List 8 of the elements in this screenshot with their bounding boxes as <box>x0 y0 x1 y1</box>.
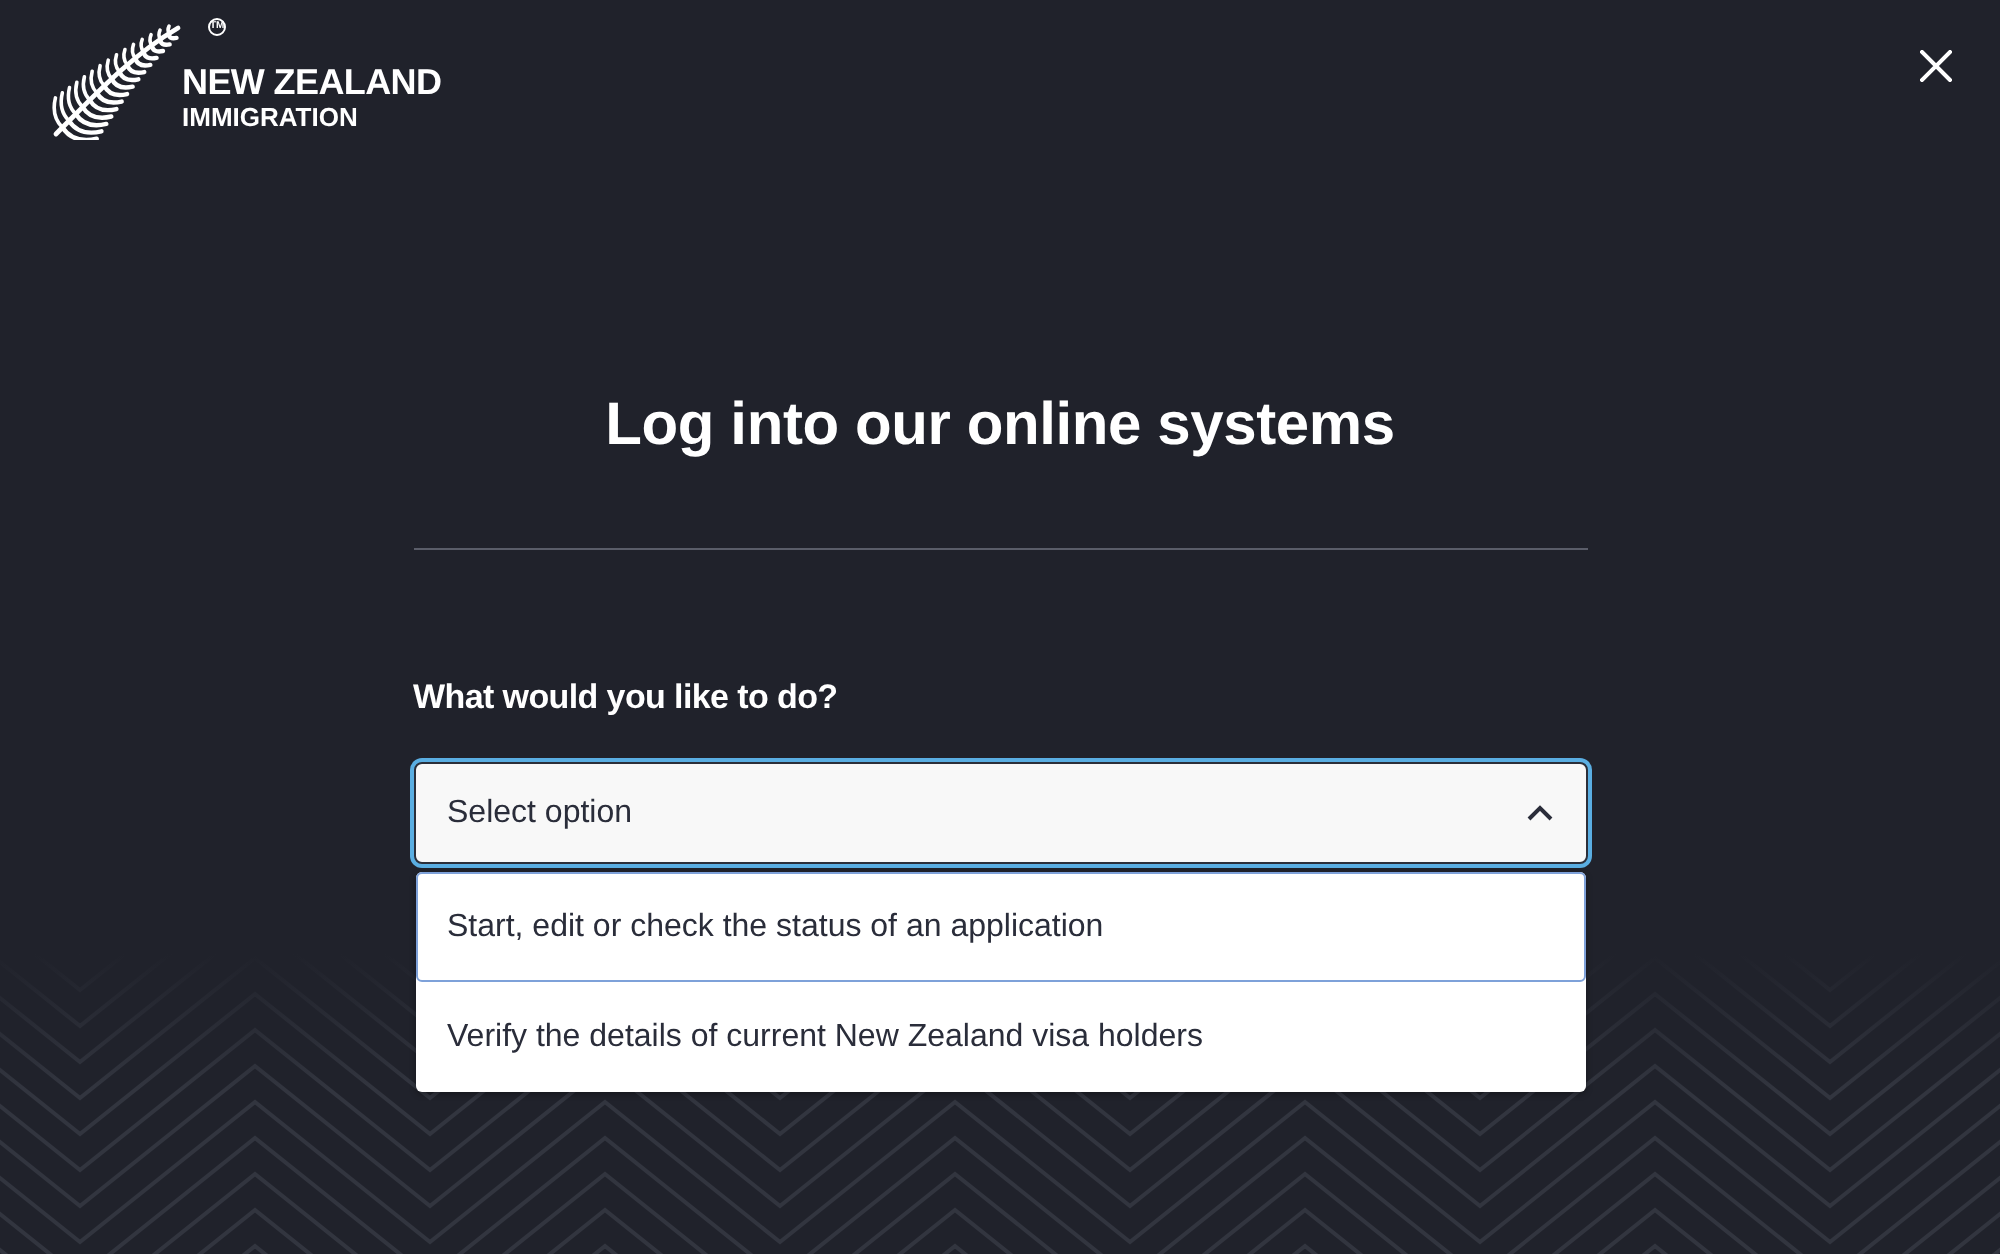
dropdown-select[interactable]: Select option <box>413 762 1587 864</box>
page-title: Log into our online systems <box>603 390 1397 462</box>
dropdown-option[interactable]: Verify the details of current New Zealand visa holders <box>415 982 1585 1092</box>
close-icon <box>1920 50 1952 82</box>
dropdown-option[interactable]: Start, edit or check the status of an application <box>415 872 1585 982</box>
fern-icon <box>50 20 182 140</box>
chevron-icon <box>1525 804 1553 822</box>
field-label: What would you like to do? <box>413 676 840 720</box>
